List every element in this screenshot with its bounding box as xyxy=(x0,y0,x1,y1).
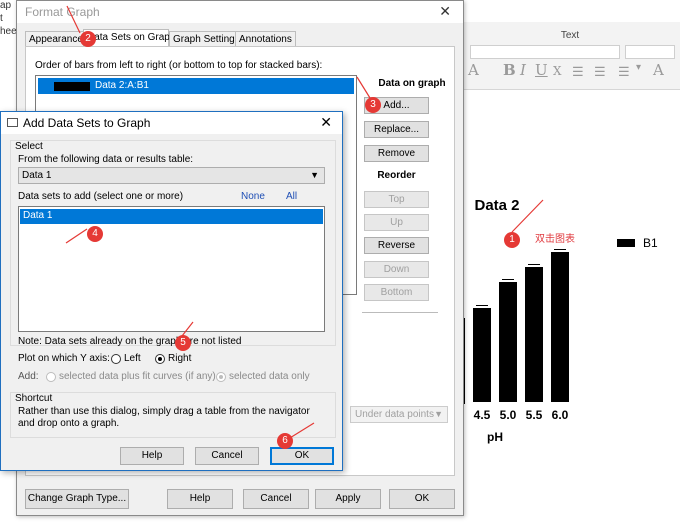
annotation-arrow-1 xyxy=(511,199,544,233)
step-marker: 2 xyxy=(80,31,96,47)
step-marker: 3 xyxy=(365,97,381,113)
step-marker: 6 xyxy=(277,433,293,449)
annotation-arrow-5 xyxy=(181,321,194,337)
step-marker: 1 xyxy=(504,232,520,248)
annotation-arrows xyxy=(65,5,544,442)
annotation-arrow-4 xyxy=(65,228,88,244)
annotation-arrow-2 xyxy=(66,5,81,34)
step-marker: 4 xyxy=(87,226,103,242)
step-marker: 5 xyxy=(175,335,191,351)
annotation-arrow-3 xyxy=(356,76,371,99)
